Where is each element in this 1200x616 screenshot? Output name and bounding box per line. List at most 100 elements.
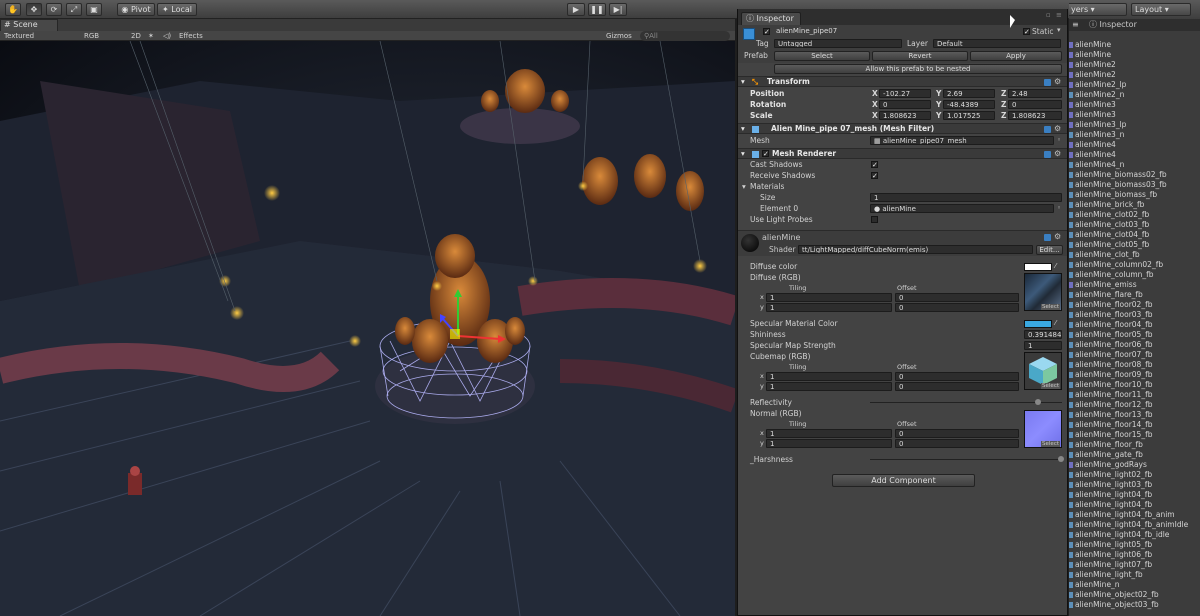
list-item[interactable]: alienMine2_n: [1069, 90, 1200, 100]
mesh-renderer-enabled-checkbox[interactable]: ✓: [762, 150, 769, 158]
static-dropdown-icon[interactable]: ▾: [1057, 26, 1061, 34]
mesh-renderer-header[interactable]: ▾ ✓ Mesh Renderer ⚙: [738, 148, 1067, 159]
rect-tool-button[interactable]: ▣: [86, 3, 102, 16]
gizmos-dropdown[interactable]: Gizmos: [606, 31, 632, 41]
eyedropper-icon[interactable]: ⁄: [1055, 318, 1056, 329]
position-z-field[interactable]: 2.48: [1008, 89, 1062, 98]
2d-toggle[interactable]: 2D: [131, 31, 141, 41]
size-field[interactable]: 1: [870, 193, 1062, 202]
list-item[interactable]: alienMine_emiss: [1069, 280, 1200, 290]
list-item[interactable]: alienMine_n: [1069, 580, 1200, 590]
reflectivity-slider[interactable]: [870, 402, 1062, 403]
list-item[interactable]: alienMine: [1069, 40, 1200, 50]
list-item[interactable]: alienMine_gate_fb: [1069, 450, 1200, 460]
receive-shadows-checkbox[interactable]: ✓: [871, 172, 878, 180]
spec-strength-field[interactable]: 1: [1024, 341, 1062, 350]
light-probes-checkbox[interactable]: [871, 216, 878, 223]
list-item[interactable]: alienMine_floor15_fb: [1069, 430, 1200, 440]
list-item[interactable]: alienMine_column02_fb: [1069, 260, 1200, 270]
project-tab-menu-icon[interactable]: ≡: [1072, 20, 1079, 29]
list-item[interactable]: alienMine_clot03_fb: [1069, 220, 1200, 230]
list-item[interactable]: alienMine_floor12_fb: [1069, 400, 1200, 410]
mesh-field[interactable]: ▦ alienMine_pipe07_mesh: [870, 136, 1054, 145]
list-item[interactable]: alienMine_light06_fb: [1069, 550, 1200, 560]
list-item[interactable]: alienMine_light03_fb: [1069, 480, 1200, 490]
list-item[interactable]: alienMine: [1069, 50, 1200, 60]
render-mode-dropdown[interactable]: Textured: [4, 31, 34, 41]
move-tool-button[interactable]: ✥: [26, 3, 42, 16]
list-item[interactable]: alienMine_light04_fb: [1069, 490, 1200, 500]
list-item[interactable]: alienMine_biomass_fb: [1069, 190, 1200, 200]
list-item[interactable]: alienMine_clot_fb: [1069, 250, 1200, 260]
eyedropper-icon[interactable]: ⁄: [1055, 261, 1056, 272]
play-button[interactable]: ▶: [567, 3, 585, 16]
scene-viewport[interactable]: [0, 41, 735, 616]
layout-dropdown[interactable]: Layout ▾: [1131, 3, 1191, 16]
color-mode-dropdown[interactable]: RGB: [84, 31, 99, 41]
position-y-field[interactable]: 2.69: [943, 89, 995, 98]
list-item[interactable]: alienMine2_lp: [1069, 80, 1200, 90]
object-picker-icon[interactable]: ◦: [1057, 135, 1061, 146]
scene-search-input[interactable]: ⚲ All: [640, 31, 730, 41]
list-item[interactable]: alienMine_clot04_fb: [1069, 230, 1200, 240]
list-item[interactable]: alienMine4_n: [1069, 160, 1200, 170]
mesh-filter-header[interactable]: ▾ Alien Mine_pipe 07_mesh (Mesh Filter) …: [738, 123, 1067, 134]
step-button[interactable]: ▶|: [609, 3, 627, 16]
transform-header[interactable]: ▾ ⤡ Transform ⚙: [738, 76, 1067, 87]
list-item[interactable]: alienMine_biomass03_fb: [1069, 180, 1200, 190]
lighting-icon[interactable]: ✶: [148, 31, 154, 41]
diffuse-tiling-x[interactable]: 1: [766, 293, 892, 302]
list-item[interactable]: alienMine_floor10_fb: [1069, 380, 1200, 390]
list-item[interactable]: alienMine_light04_fb: [1069, 500, 1200, 510]
diffuse-offset-y[interactable]: 0: [895, 303, 1019, 312]
rotation-y-field[interactable]: -48.4389: [943, 100, 995, 109]
list-item[interactable]: alienMine_floor13_fb: [1069, 410, 1200, 420]
local-toggle[interactable]: ✦ Local: [157, 3, 197, 16]
gear-icon[interactable]: ⚙: [1054, 233, 1062, 241]
active-checkbox[interactable]: ✓: [763, 28, 770, 36]
layers-dropdown[interactable]: yers ▾: [1069, 3, 1127, 16]
position-x-field[interactable]: -102.27: [879, 89, 931, 98]
normal-tiling-y[interactable]: 1: [766, 439, 892, 448]
reflectivity-slider-knob[interactable]: [1035, 399, 1041, 405]
list-item[interactable]: alienMine_light02_fb: [1069, 470, 1200, 480]
panel-lock-icon[interactable]: ▫: [1046, 11, 1051, 19]
specular-color-swatch[interactable]: [1024, 320, 1052, 328]
scale-z-field[interactable]: 1.808623: [1008, 111, 1062, 120]
pause-button[interactable]: ❚❚: [588, 3, 606, 16]
list-item[interactable]: alienMine2: [1069, 70, 1200, 80]
gear-icon[interactable]: ⚙: [1054, 78, 1062, 86]
scale-y-field[interactable]: 1.017525: [943, 111, 995, 120]
list-item[interactable]: alienMine_brick_fb: [1069, 200, 1200, 210]
harshness-slider[interactable]: [870, 459, 1062, 460]
cube-offset-y[interactable]: 0: [895, 382, 1019, 391]
rotate-tool-button[interactable]: ⟳: [46, 3, 62, 16]
tab-scene[interactable]: # Scene: [0, 19, 58, 31]
tag-dropdown[interactable]: Untagged: [774, 39, 902, 48]
gear-icon[interactable]: ⚙: [1054, 150, 1062, 158]
list-item[interactable]: alienMine_light05_fb: [1069, 540, 1200, 550]
cast-shadows-checkbox[interactable]: ✓: [871, 161, 878, 169]
list-item[interactable]: alienMine_floor06_fb: [1069, 340, 1200, 350]
prefab-apply-button[interactable]: Apply: [970, 51, 1062, 61]
help-book-icon[interactable]: [1044, 126, 1051, 133]
material-header[interactable]: alienMine ⚙ Shader tt/LightMapped/diffCu…: [738, 230, 1067, 256]
list-item[interactable]: alienMine_floor03_fb: [1069, 310, 1200, 320]
list-item[interactable]: alienMine_floor02_fb: [1069, 300, 1200, 310]
list-item[interactable]: alienMine4: [1069, 140, 1200, 150]
list-item[interactable]: alienMine_floor09_fb: [1069, 370, 1200, 380]
list-item[interactable]: alienMine4: [1069, 150, 1200, 160]
scale-tool-button[interactable]: ⤢: [66, 3, 82, 16]
list-item[interactable]: alienMine3_lp: [1069, 120, 1200, 130]
list-item[interactable]: alienMine_floor08_fb: [1069, 360, 1200, 370]
diffuse-offset-x[interactable]: 0: [895, 293, 1019, 302]
audio-icon[interactable]: ◁): [163, 31, 171, 41]
tab-inspector[interactable]: ⓘ Inspector: [741, 12, 801, 25]
object-name-field[interactable]: alienMine_pipe07: [773, 27, 1018, 36]
effects-dropdown[interactable]: Effects: [179, 31, 203, 41]
list-item[interactable]: alienMine_object03_fb: [1069, 600, 1200, 610]
panel-menu-icon[interactable]: ≡: [1056, 11, 1062, 19]
prefab-revert-button[interactable]: Revert: [872, 51, 968, 61]
list-item[interactable]: alienMine_light04_fb_anim: [1069, 510, 1200, 520]
normal-offset-y[interactable]: 0: [895, 439, 1019, 448]
